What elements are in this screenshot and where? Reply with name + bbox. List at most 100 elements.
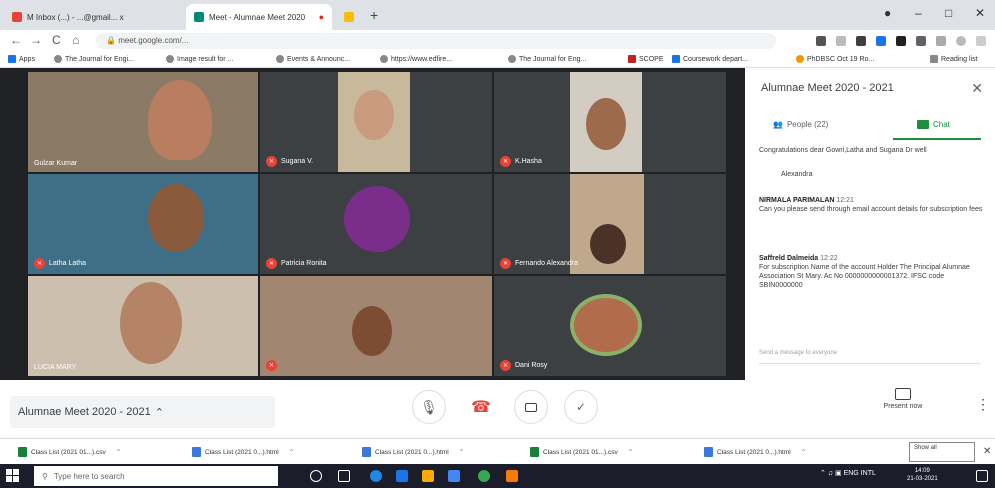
taskbar-clock[interactable]: 14:09 21-03-2021 [907, 467, 938, 483]
menu-icon[interactable] [976, 36, 986, 46]
bookmark-item[interactable]: Image result for ... [166, 55, 233, 63]
show-all-button[interactable]: Show all [909, 442, 975, 462]
chevron-up-icon[interactable]: ⌃ [459, 448, 464, 456]
star-icon[interactable] [836, 36, 846, 46]
tab-people[interactable]: 👥 People (22) [773, 120, 828, 129]
chrome-icon[interactable] [478, 470, 490, 482]
tab-meet[interactable]: Meet - Alumnae Meet 2020 ● [186, 4, 332, 30]
participant-tile[interactable]: ✕ [260, 276, 492, 376]
bookmark-item[interactable]: The Journal for Eng... [508, 55, 586, 63]
participant-tile[interactable]: Gulzar Kumar [28, 72, 258, 172]
home-icon[interactable]: ⌂ [72, 33, 79, 47]
html-file-icon [362, 447, 371, 457]
mail-icon[interactable] [448, 470, 460, 482]
camera-button[interactable] [514, 390, 548, 424]
participant-tile[interactable]: ✕ Dani Rosy [494, 276, 726, 376]
extension-icon[interactable] [916, 36, 926, 46]
tab-gmail[interactable]: M Inbox (...) - ...@gmail... x [4, 4, 184, 30]
present-label: Present now [883, 403, 923, 410]
tab-chat[interactable]: Chat [917, 120, 950, 129]
download-filename: Class List (2021 01...).csv [31, 448, 106, 456]
bookmark-icon [628, 55, 636, 63]
system-tray[interactable]: ⌃ ♫ ▣ ENG INTL [820, 469, 876, 477]
close-icon[interactable]: ✕ [983, 446, 991, 457]
extension-icon[interactable] [816, 36, 826, 46]
task-view-icon[interactable] [338, 470, 350, 482]
participant-tile[interactable]: ✕ K.Hasha [494, 72, 726, 172]
chevron-up-icon[interactable]: ⌃ [289, 448, 294, 456]
extension-icon[interactable] [876, 36, 886, 46]
bookmark-item[interactable]: The Journal for Engi... [54, 55, 134, 63]
new-tab-button[interactable]: + [370, 7, 378, 23]
download-item[interactable]: Class List (2021 0...).html ⌃ [192, 447, 294, 457]
tab-label: People (22) [786, 120, 829, 129]
notifications-icon[interactable] [976, 470, 988, 482]
chevron-up-icon[interactable]: ⌃ [628, 448, 633, 456]
search-icon: ⚲ [42, 471, 48, 481]
profile-icon[interactable]: ● [884, 6, 891, 20]
tab-label: M Inbox (...) - ...@gmail... x [27, 12, 124, 22]
vlc-icon[interactable] [506, 470, 518, 482]
bookmark-item[interactable]: https://www.edfire... [380, 55, 452, 63]
tab-drive-label[interactable] [344, 4, 360, 30]
bookmark-item[interactable]: Reading list [930, 55, 978, 63]
bookmark-item[interactable]: Events & Announc... [276, 55, 350, 63]
participant-name-tag: ✕ Latha Latha [34, 258, 86, 269]
taskbar-search-input[interactable]: ⚲ Type here to search [34, 466, 278, 486]
download-item[interactable]: Class List (2021 0...).html ⌃ [704, 447, 806, 457]
reload-icon[interactable]: C [52, 33, 61, 47]
extension-icon[interactable] [856, 36, 866, 46]
bookmark-item[interactable]: Apps [8, 55, 35, 63]
participant-tile[interactable]: LUCIA MARY [28, 276, 258, 376]
url-text: meet.google.com/... [118, 36, 189, 45]
bookmark-label: PhDBSC Oct 19 Ro... [807, 55, 875, 63]
message-sender: Saffreld Dalmeida [759, 255, 819, 262]
edge-icon[interactable] [370, 470, 382, 482]
chat-input[interactable]: Send a message to everyone [759, 350, 981, 364]
store-icon[interactable] [396, 470, 408, 482]
download-item[interactable]: Class List (2021 0...).html ⌃ [362, 447, 464, 457]
bookmark-item[interactable]: PhDBSC Oct 19 Ro... [796, 55, 874, 63]
chevron-up-icon[interactable]: ⌃ [801, 448, 806, 456]
participant-name: Latha Latha [49, 260, 86, 267]
participant-tile[interactable]: ✕ Sugana V. [260, 72, 492, 172]
download-item[interactable]: Class List (2021 01...).csv ⌃ [530, 447, 633, 457]
bookmark-icon [166, 55, 174, 63]
file-explorer-icon[interactable] [422, 470, 434, 482]
mic-off-icon: ✕ [500, 156, 511, 167]
leave-call-button[interactable]: ☎ [464, 390, 498, 424]
captions-button[interactable]: ✓ [564, 390, 598, 424]
more-options-icon[interactable]: ⋮ [976, 396, 990, 413]
maximize-icon[interactable]: □ [945, 6, 952, 20]
back-icon[interactable]: ← [10, 33, 22, 47]
tab-label: Meet - Alumnae Meet 2020 [209, 12, 306, 22]
cortana-icon[interactable] [310, 470, 322, 482]
forward-icon[interactable]: → [30, 33, 42, 47]
bookmark-icon [796, 55, 804, 63]
url-input[interactable]: 🔒 meet.google.com/... [96, 33, 776, 49]
participant-name-tag: ✕ Fernando Alexandra [500, 258, 578, 269]
bookmark-item[interactable]: Coursework depart... [672, 55, 748, 63]
participant-tile[interactable]: ✕ Latha Latha [28, 174, 258, 274]
check-icon: ✓ [575, 400, 587, 414]
bookmark-item[interactable]: SCOPE [628, 55, 664, 63]
participant-name: Gulzar Kumar [34, 160, 78, 167]
chat-message: NIRMALA PARIMALAN 12:21 Can you please s… [759, 196, 984, 214]
chat-message: Saffreld Dalmeida 12:22 For subscription… [759, 254, 984, 290]
tab-close-icon[interactable]: ● [319, 12, 324, 22]
puzzle-icon[interactable] [936, 36, 946, 46]
html-file-icon [704, 447, 713, 457]
participant-tile[interactable]: ✕ Fernando Alexandra [494, 174, 726, 274]
extension-icon[interactable] [896, 36, 906, 46]
meeting-details-button[interactable]: Alumnae Meet 2020 - 2021 ⌃ [10, 396, 275, 428]
download-item[interactable]: Class List (2021 01...).csv ⌃ [18, 447, 121, 457]
close-window-icon[interactable]: ✕ [975, 6, 985, 20]
mic-button[interactable]: 🎙 [412, 390, 446, 424]
present-now-button[interactable]: Present now [868, 388, 938, 410]
participant-tile[interactable]: ✕ Patricia Ronita [260, 174, 492, 274]
chevron-up-icon[interactable]: ⌃ [116, 448, 121, 456]
windows-start-icon[interactable] [6, 469, 20, 483]
minimize-icon[interactable]: – [915, 6, 922, 20]
close-icon[interactable]: ✕ [971, 80, 983, 97]
profile-avatar-icon[interactable] [956, 36, 966, 46]
